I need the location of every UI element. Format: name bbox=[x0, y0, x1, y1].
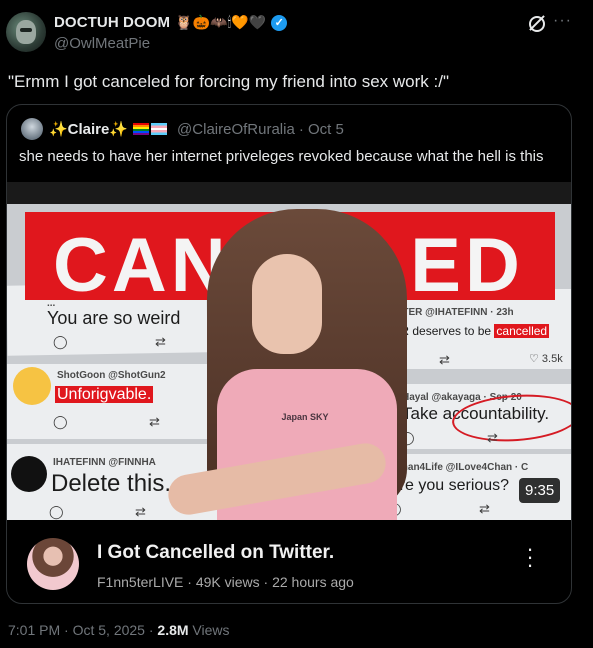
channel-avatar[interactable] bbox=[27, 538, 79, 590]
comment-5-name: IHATEFINN @FINNHA bbox=[53, 457, 156, 468]
like-count: ♡ 3.5k bbox=[529, 353, 563, 365]
reply-icon: ◯ bbox=[49, 504, 64, 519]
comment-5-text: Delete this. bbox=[51, 470, 172, 497]
tweet-time[interactable]: 7:01 PM bbox=[8, 622, 60, 638]
comment-6-name: 4Chan4Life @ILove4Chan · C bbox=[389, 462, 529, 473]
more-options-icon[interactable]: ··· bbox=[553, 12, 572, 30]
video-more-icon[interactable]: · · · bbox=[525, 538, 535, 576]
retweet-icon: ⇄ bbox=[439, 352, 450, 367]
author-avatar[interactable] bbox=[6, 12, 46, 52]
view-count-number: 2.8M bbox=[157, 622, 189, 638]
quoted-author-handle[interactable]: @ClaireOfRuralia bbox=[177, 121, 295, 138]
views-label: Views bbox=[192, 622, 230, 638]
quoted-tweet-card[interactable]: ✨Claire✨ @ClaireOfRuralia · Oct 5 she ne… bbox=[6, 104, 572, 604]
verified-badge-icon: ✓ bbox=[271, 14, 288, 31]
retweet-icon: ⇄ bbox=[149, 414, 160, 429]
retweet-icon: ⇄ bbox=[135, 504, 146, 519]
video-duration: 9:35 bbox=[519, 478, 561, 503]
author-name-row: DOCTUH DOOM 🦉🎃🦇🕯🧡🖤 ✓ bbox=[54, 14, 288, 31]
retweet-icon: ⇄ bbox=[487, 430, 498, 445]
quoted-date[interactable]: · Oct 5 bbox=[299, 121, 344, 138]
quoted-text: she needs to have her internet privelege… bbox=[19, 148, 544, 165]
reply-icon: ◯ bbox=[53, 414, 68, 429]
video-top-bar bbox=[7, 182, 571, 204]
tweet-footer: 7:01 PM · Oct 5, 2025 · 2.8M Views bbox=[8, 622, 230, 638]
skull-avatar-icon bbox=[11, 456, 47, 492]
author-display-name[interactable]: DOCTUH DOOM bbox=[54, 14, 170, 31]
comment-3-name: ShotGoon @ShotGun2 bbox=[57, 370, 166, 381]
comment-1-text: You are so weird bbox=[47, 308, 181, 328]
pride-flags-icon bbox=[133, 123, 168, 135]
quoted-author-name[interactable]: ✨Claire✨ bbox=[49, 120, 128, 138]
comment-6-text: Are you serious? bbox=[389, 477, 510, 494]
author-handle[interactable]: @OwlMeatPie bbox=[54, 35, 150, 52]
tweet-date[interactable]: · Oct 5, 2025 · bbox=[64, 622, 153, 638]
retweet-icon: ⇄ bbox=[479, 501, 490, 516]
video-age: · 22 hours ago bbox=[263, 574, 354, 590]
reply-icon: ◯ bbox=[53, 334, 68, 349]
quoted-author-row: ✨Claire✨ @ClaireOfRuralia · Oct 5 bbox=[49, 120, 344, 139]
video-meta: F1nn5terLIVE · 49K views · 22 hours ago bbox=[97, 574, 354, 590]
comment-3-text: Unforigvable. bbox=[55, 386, 154, 403]
video-thumbnail[interactable]: CAN ELLED ... You are so weird ◯ ⇄ ANTIF… bbox=[7, 204, 571, 520]
quoted-author-avatar[interactable] bbox=[21, 118, 43, 140]
view-count: · 49K views bbox=[187, 574, 260, 590]
trans-flag-icon bbox=[151, 123, 168, 135]
tweet-text: "Ermm I got canceled for forcing my frie… bbox=[8, 72, 450, 91]
rainbow-flag-icon bbox=[133, 123, 150, 135]
grok-icon[interactable] bbox=[529, 16, 545, 32]
video-title[interactable]: I Got Cancelled on Twitter. bbox=[97, 542, 334, 564]
author-name-emojis: 🦉🎃🦇🕯🧡🖤 bbox=[175, 14, 267, 30]
retweet-icon: ⇄ bbox=[155, 334, 166, 349]
shirt-print: Japan SKY bbox=[281, 412, 329, 422]
channel-name[interactable]: F1nn5terLIVE bbox=[97, 574, 183, 590]
person-face bbox=[252, 254, 322, 354]
crying-face-icon bbox=[13, 367, 51, 405]
